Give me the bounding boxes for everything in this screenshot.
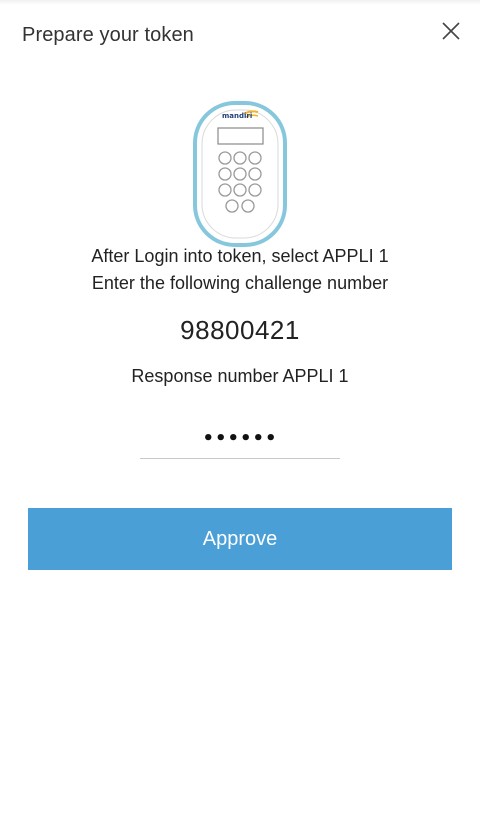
close-button[interactable] <box>438 18 464 44</box>
close-icon <box>442 22 460 40</box>
instruction-select-appli: After Login into token, select APPLI 1 <box>91 246 389 266</box>
response-label: Response number APPLI 1 <box>131 366 349 386</box>
top-edge-shadow <box>0 0 480 5</box>
challenge-number: 98800421 <box>180 315 300 345</box>
dialog-title: Prepare your token <box>22 24 194 46</box>
hardware-token-icon: mandiri <box>192 100 288 248</box>
response-number-input[interactable] <box>140 418 340 459</box>
approve-button[interactable]: Approve <box>28 508 452 570</box>
token-brand-logo: mandiri <box>222 112 253 120</box>
instruction-enter-challenge: Enter the following challenge number <box>91 273 389 293</box>
